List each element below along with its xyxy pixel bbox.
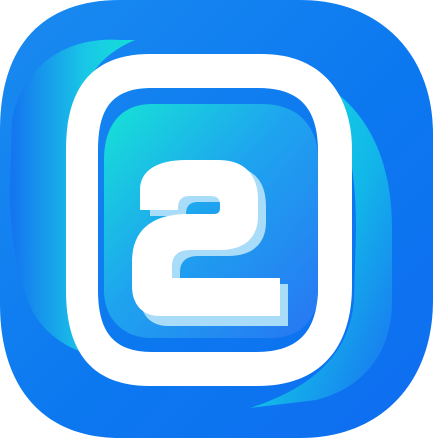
app-logo-icon xyxy=(0,0,433,438)
